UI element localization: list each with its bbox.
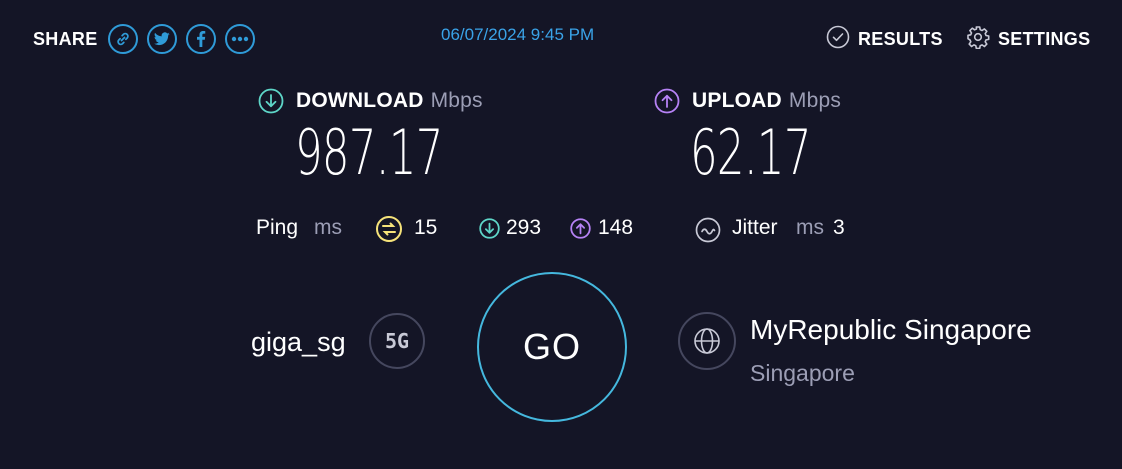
- share-bar: SHARE: [33, 24, 264, 54]
- go-button[interactable]: GO: [477, 272, 627, 422]
- jitter-icon: [695, 217, 721, 248]
- facebook-icon[interactable]: [185, 24, 216, 54]
- connection-type-badge: 5G: [369, 313, 425, 369]
- server-provider[interactable]: MyRepublic Singapore: [750, 314, 1032, 346]
- ping-upload-value: 148: [598, 216, 634, 239]
- jitter-unit: ms: [796, 216, 824, 239]
- results-button[interactable]: RESULTS: [826, 25, 943, 54]
- ping-idle-icon: [375, 215, 403, 248]
- download-unit: Mbps: [430, 89, 483, 112]
- share-label: SHARE: [33, 28, 98, 49]
- settings-button[interactable]: SETTINGS: [966, 25, 1090, 54]
- ping-download-icon: [479, 218, 500, 244]
- gear-icon: [966, 25, 990, 54]
- upload-speed: 62.17: [690, 116, 811, 189]
- download-label: DOWNLOAD: [296, 89, 424, 112]
- ping-idle-value: 15: [414, 216, 438, 239]
- check-circle-icon: [826, 25, 850, 54]
- upload-unit: Mbps: [788, 89, 842, 112]
- ping-unit: ms: [314, 216, 342, 239]
- upload-arrow-icon: [654, 88, 680, 114]
- jitter-label: Jitter: [732, 216, 778, 239]
- download-arrow-icon: [258, 88, 284, 114]
- upload-label: UPLOAD: [692, 89, 782, 112]
- globe-icon[interactable]: [678, 312, 736, 370]
- server-location: Singapore: [750, 360, 855, 386]
- jitter-value: 3: [833, 216, 845, 239]
- test-datetime: 06/07/2024 9:45 PM: [441, 25, 595, 44]
- more-icon[interactable]: [224, 24, 255, 54]
- go-label: GO: [522, 326, 581, 367]
- ping-upload-icon: [570, 218, 591, 244]
- settings-label: SETTINGS: [998, 29, 1091, 49]
- twitter-icon[interactable]: [146, 24, 177, 54]
- download-header: DOWNLOAD Mbps: [258, 88, 483, 114]
- link-icon[interactable]: [107, 24, 138, 54]
- ping-download-value: 293: [506, 216, 542, 239]
- upload-header: UPLOAD Mbps: [654, 88, 841, 114]
- download-speed: 987.17: [295, 116, 443, 189]
- network-name: giga_sg: [251, 327, 346, 357]
- results-label: RESULTS: [858, 29, 943, 49]
- ping-label: Ping: [256, 216, 299, 239]
